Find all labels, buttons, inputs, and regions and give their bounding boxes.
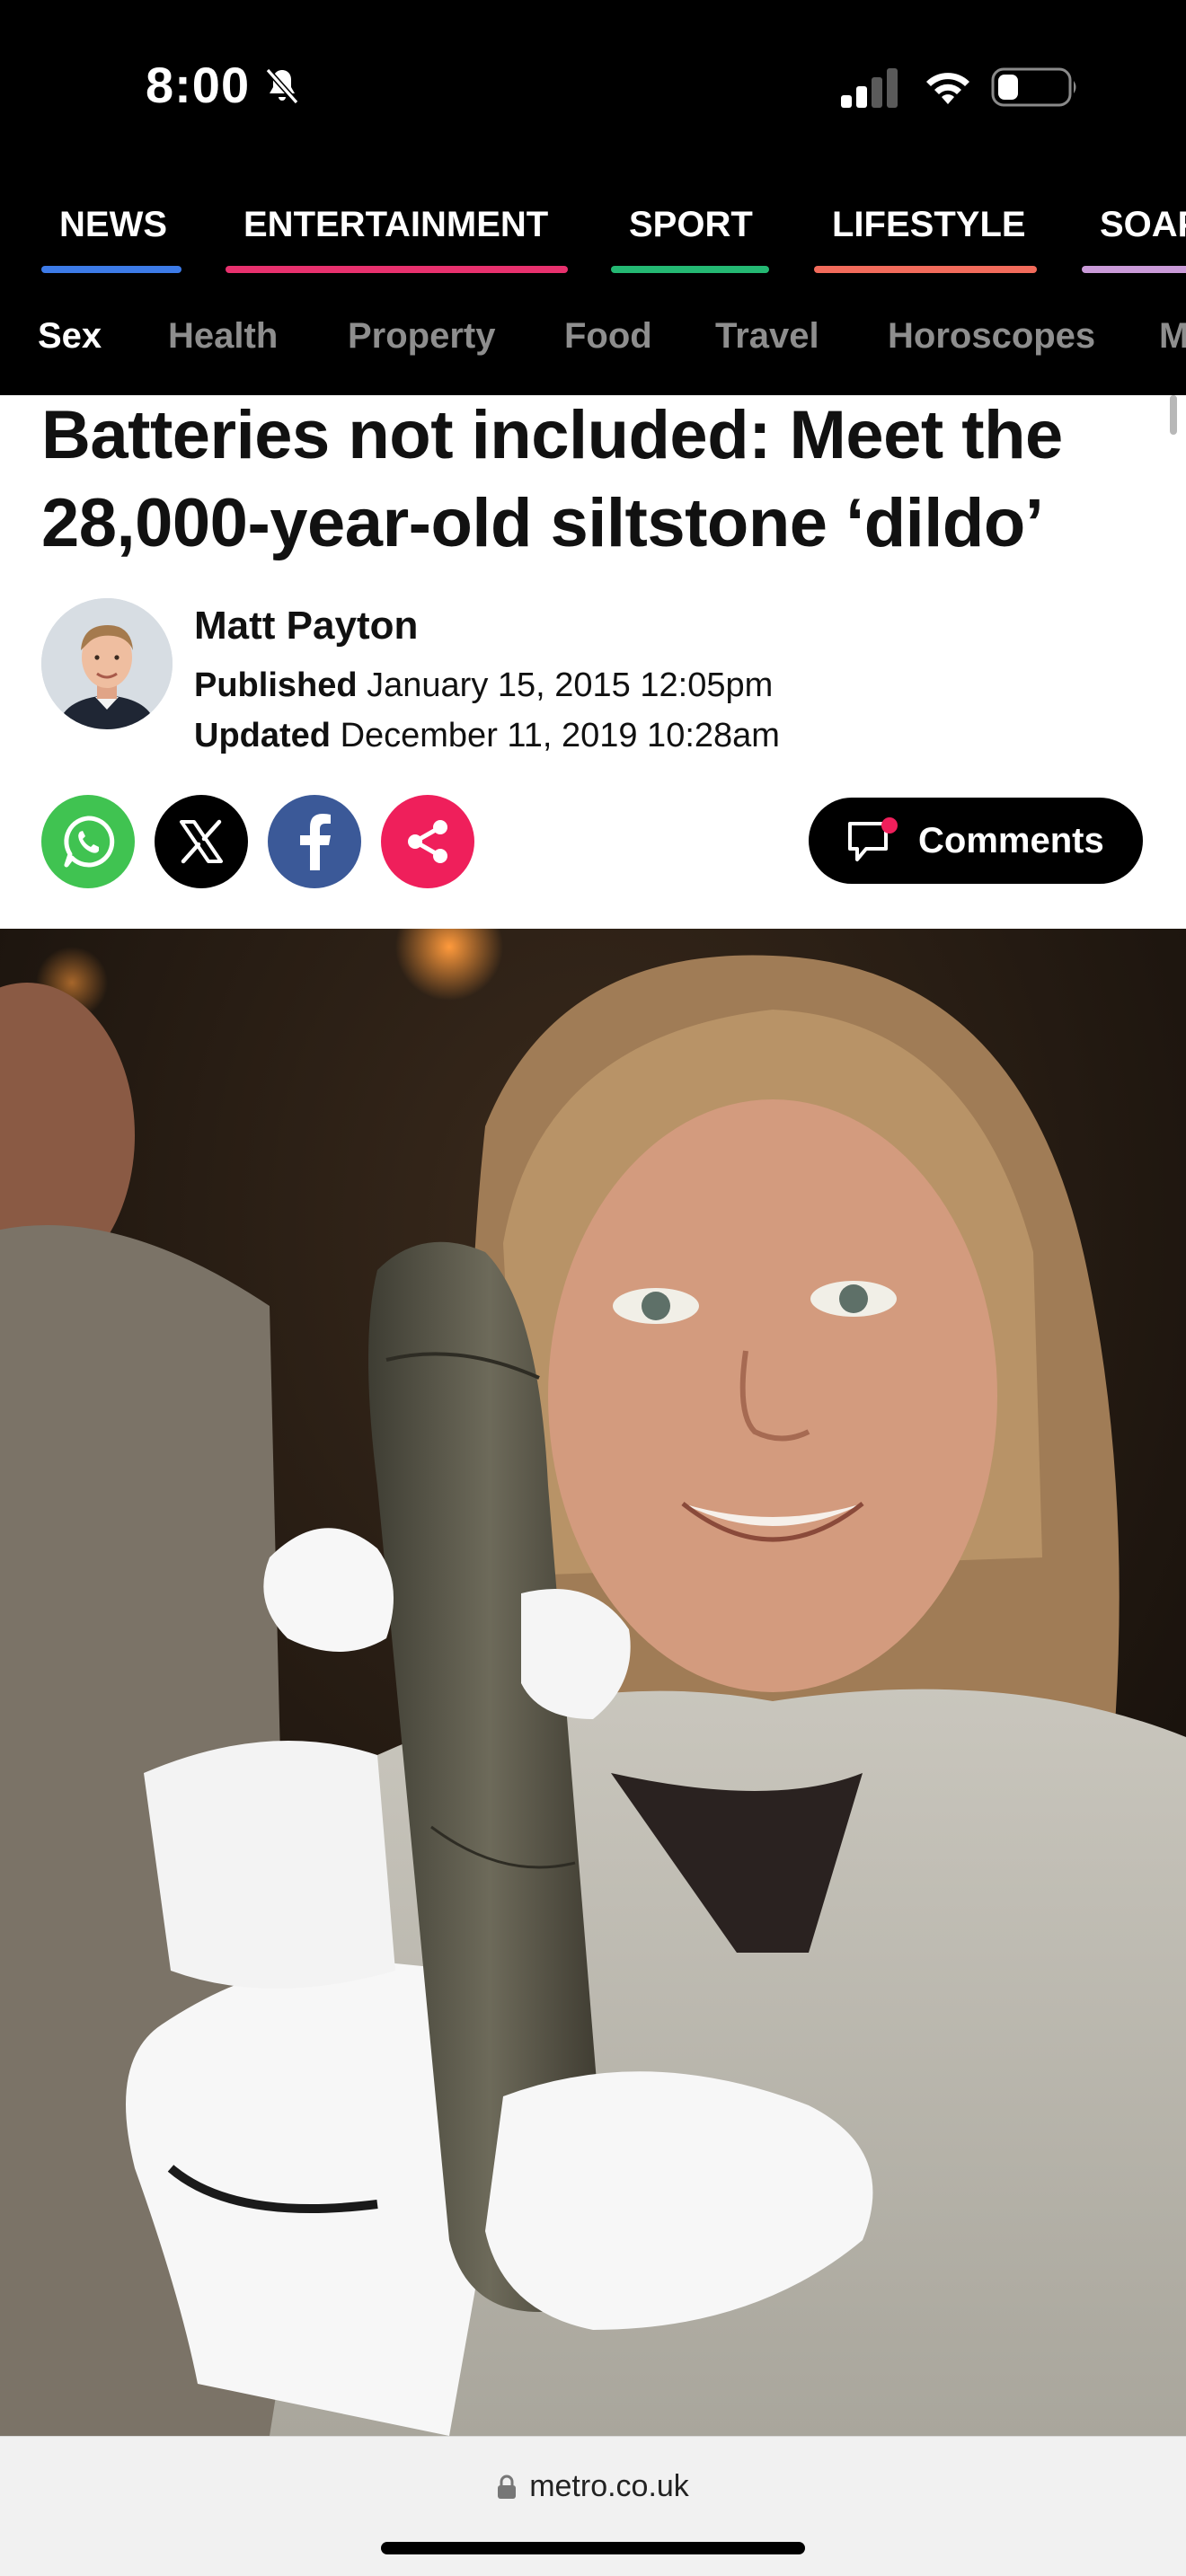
home-indicator[interactable] [381,2542,805,2554]
share-button[interactable] [381,795,474,888]
headline-line-1: Batteries not included: Meet the [41,397,1063,473]
url-text[interactable]: metro.co.uk [529,2469,689,2504]
bell-muted-icon [265,67,299,105]
facebook-share-button[interactable] [268,795,361,888]
nav-tab-label[interactable]: ENTERTAINMENT [243,205,548,245]
author-avatar[interactable] [41,598,173,729]
article-headline: Batteries not included: Meet the 28,000-… [41,392,1155,568]
nav-tab-underline [611,266,769,273]
published-label: Published [194,666,358,704]
author-photo-icon [41,598,173,729]
whatsapp-share-button[interactable] [41,795,135,888]
subnav-item-property[interactable]: Property [348,316,496,357]
nav-tab-underline [226,266,568,273]
subnav-item-sex[interactable]: Sex [38,316,102,357]
comments-button[interactable]: Comments [809,798,1143,884]
facebook-icon [300,814,331,870]
article-hero-image[interactable] [0,929,1186,2436]
address-bar[interactable]: metro.co.uk [0,2469,1186,2504]
updated-value: December 11, 2019 10:28am [340,717,780,754]
x-share-button[interactable] [155,795,248,888]
hero-photo [0,929,1186,2436]
nav-tab-label[interactable]: LIFESTYLE [832,205,1026,245]
published-date: Published January 15, 2015 12:05pm [194,666,773,705]
updated-label: Updated [194,717,331,754]
primary-nav: NEWS ENTERTAINMENT SPORT LIFESTYLE SOAPS [0,171,1186,287]
cellular-signal-icon [841,68,898,108]
wifi-icon [926,73,969,104]
comment-bubble-icon [848,817,898,861]
subnav-item-food[interactable]: Food [564,316,652,357]
subnav-item-horoscopes[interactable]: Horoscopes [888,316,1095,357]
secondary-nav: Sex Health Property Food Travel Horoscop… [0,287,1186,395]
x-icon [180,819,223,864]
whatsapp-icon [64,816,115,868]
comments-label: Comments [918,820,1104,860]
nav-tab-label[interactable]: SPORT [629,205,753,245]
headline-line-2: 28,000-year-old siltstone ‘dildo’ [41,485,1044,561]
subnav-item-travel[interactable]: Travel [715,316,819,357]
status-time: 8:00 [146,57,251,113]
browser-bottom-bar: metro.co.uk [0,2436,1186,2576]
nav-tab-underline [1082,266,1186,273]
share-icon [408,820,447,863]
nav-tab-label[interactable]: SOAPS [1100,205,1186,245]
lock-icon [498,2475,517,2499]
battery-icon [991,67,1076,107]
scroll-indicator[interactable] [1170,395,1177,435]
updated-date: Updated December 11, 2019 10:28am [194,717,780,755]
status-bar: 8:00 [0,0,1186,171]
nav-tab-label[interactable]: NEWS [59,205,167,245]
author-name[interactable]: Matt Payton [194,604,418,648]
subnav-item-more[interactable]: M [1159,316,1186,357]
nav-tab-underline [41,266,181,273]
nav-tab-underline [814,266,1037,273]
subnav-item-health[interactable]: Health [168,316,278,357]
published-value: January 15, 2015 12:05pm [367,666,774,704]
